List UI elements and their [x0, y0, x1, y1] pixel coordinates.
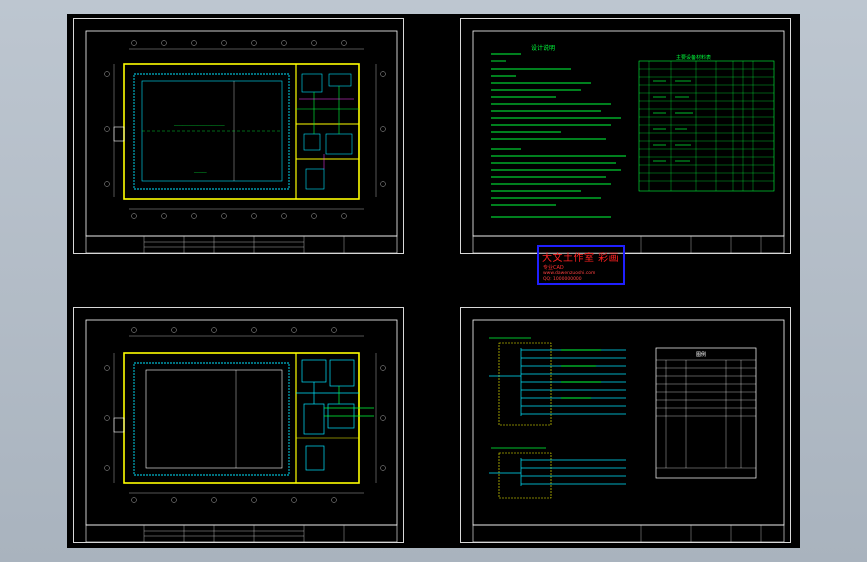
watermark-title: 大文土作室 彩画: [542, 253, 620, 264]
design-notes-drawing: [472, 30, 785, 253]
watermark-stamp: 大文土作室 彩画 专业CAD www.dawenzuoshi.com QQ: 1…: [537, 245, 625, 285]
legend-title: 图例: [696, 352, 707, 358]
sheet-design-notes[interactable]: 设计说明 主要设备材料表: [460, 18, 791, 254]
system-diagram-drawing: [472, 319, 785, 542]
watermark-contact: QQ: 1000000000: [543, 277, 582, 282]
svg-text:──────: ──────: [193, 171, 208, 175]
sheet-floor-plan-1[interactable]: ──────────────────────── ──────: [73, 18, 404, 254]
sheet-system-diagram[interactable]: 图例: [460, 307, 791, 543]
svg-text:────────────────────────: ────────────────────────: [173, 124, 225, 128]
watermark-url: www.dawenzuoshi.com: [543, 271, 596, 276]
equipment-table-title: 主要设备材料表: [676, 55, 712, 61]
floor-plan-2-drawing: [85, 319, 398, 542]
notes-title: 设计说明: [531, 45, 556, 52]
sheet-floor-plan-2[interactable]: [73, 307, 404, 543]
watermark-subtitle: 专业CAD: [543, 265, 564, 271]
floor-plan-1-drawing: ──────────────────────── ──────: [85, 30, 398, 253]
cad-model-space[interactable]: ──────────────────────── ────── 设计说明 主要设…: [67, 14, 800, 548]
